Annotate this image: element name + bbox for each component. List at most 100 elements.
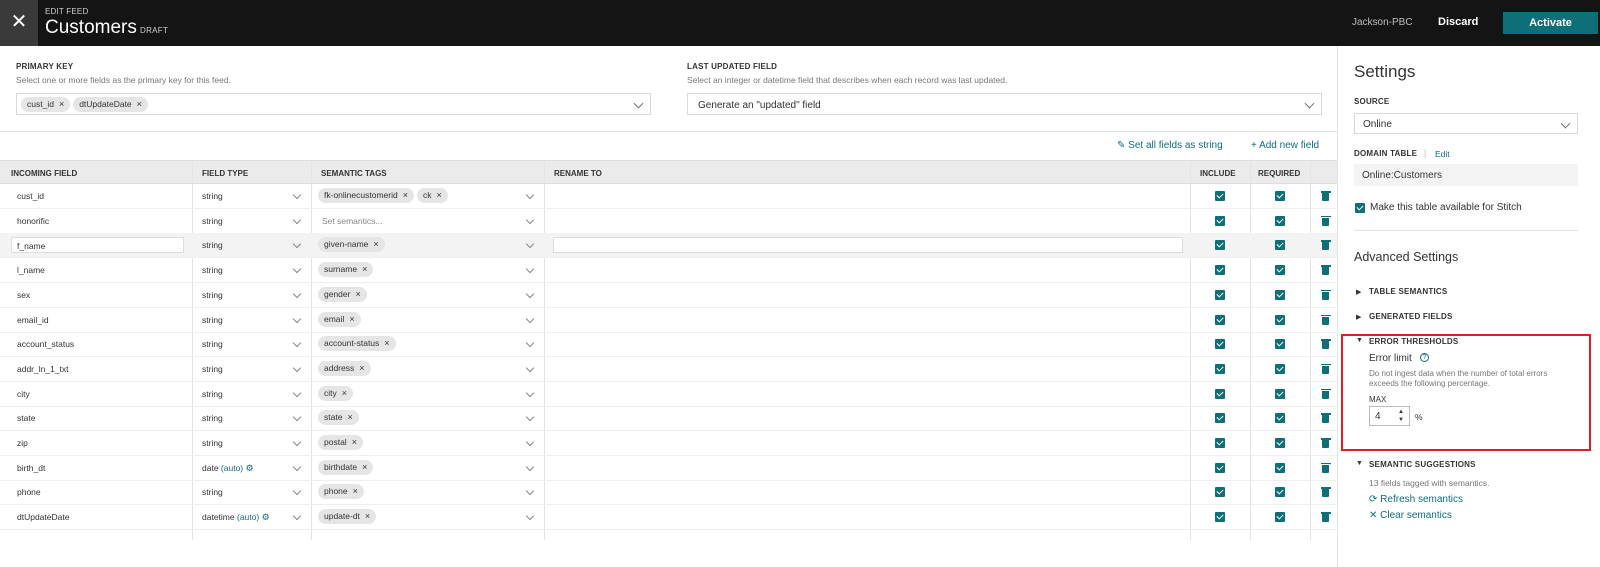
semantic-suggestions-toggle[interactable]: SEMANTIC SUGGESTIONS [1369,460,1476,469]
trash-icon[interactable] [1320,512,1331,523]
remove-tag-icon[interactable]: × [355,289,360,299]
stitch-checkbox[interactable] [1355,203,1365,213]
table-semantics-toggle[interactable]: TABLE SEMANTICS [1369,287,1447,296]
required-checkbox[interactable] [1275,512,1285,523]
include-checkbox[interactable] [1215,487,1225,498]
incoming-field-input[interactable]: f_name [11,237,184,254]
rename-to-input[interactable] [553,360,1183,378]
remove-tag-icon[interactable]: × [373,239,378,249]
last-updated-select[interactable]: Generate an "updated" field [687,93,1322,115]
remove-tag-icon[interactable]: × [436,190,441,200]
activate-button[interactable]: Activate [1503,12,1598,34]
required-checkbox[interactable] [1275,215,1285,226]
remove-tag-icon[interactable]: × [342,388,347,398]
required-checkbox[interactable] [1275,462,1285,473]
rename-to-input[interactable] [553,409,1183,427]
generated-fields-toggle[interactable]: GENERATED FIELDS [1369,312,1453,321]
trash-icon[interactable] [1320,487,1331,498]
include-checkbox[interactable] [1215,314,1225,325]
semantic-tags-select[interactable]: phone × [318,484,367,500]
required-checkbox[interactable] [1275,240,1285,251]
remove-tag-icon[interactable]: × [347,412,352,422]
domain-edit-link[interactable]: Edit [1435,149,1450,159]
field-type-select[interactable]: string [202,364,223,374]
rename-to-input[interactable] [553,261,1183,279]
remove-tag-icon[interactable]: × [59,99,64,109]
rename-to-input[interactable] [553,508,1183,526]
rename-to-input[interactable] [553,434,1183,452]
required-checkbox[interactable] [1275,339,1285,350]
discard-button[interactable]: Discard [1438,16,1478,28]
remove-tag-icon[interactable]: × [384,338,389,348]
include-checkbox[interactable] [1215,339,1225,350]
remove-tag-icon[interactable]: × [362,264,367,274]
caret-down-icon[interactable]: ▼ [1356,460,1363,467]
set-all-string-link[interactable]: ✎ Set all fields as string [1117,140,1223,151]
add-new-field-link[interactable]: + Add new field [1251,140,1319,151]
rename-to-input[interactable] [553,187,1183,205]
remove-tag-icon[interactable]: × [352,437,357,447]
field-type-select[interactable]: string [202,389,223,399]
remove-tag-icon[interactable]: × [137,99,142,109]
source-select[interactable]: Online [1354,113,1578,134]
caret-right-icon[interactable]: ▶ [1356,288,1361,296]
rename-to-input[interactable] [553,335,1183,353]
trash-icon[interactable] [1320,462,1331,473]
required-checkbox[interactable] [1275,191,1285,201]
trash-icon[interactable] [1320,438,1331,448]
required-checkbox[interactable] [1275,413,1285,424]
include-checkbox[interactable] [1215,191,1225,201]
include-checkbox[interactable] [1215,462,1225,473]
field-type-select[interactable]: string [202,315,223,325]
rename-to-input[interactable] [553,237,1183,254]
field-type-select[interactable]: string [202,191,223,201]
rename-to-input[interactable] [553,483,1183,501]
remove-tag-icon[interactable]: × [349,314,354,324]
include-checkbox[interactable] [1215,413,1225,424]
semantic-tags-select[interactable]: update-dt × [318,509,379,525]
remove-tag-icon[interactable]: × [403,190,408,200]
primary-key-select[interactable]: cust_id × dtUpdateDate × [16,93,651,115]
include-checkbox[interactable] [1215,388,1225,399]
trash-icon[interactable] [1320,289,1331,300]
semantic-tags-select[interactable]: surname × [318,262,376,278]
trash-icon[interactable] [1320,215,1331,226]
include-checkbox[interactable] [1215,240,1225,251]
field-type-select[interactable]: string [202,290,223,300]
semantic-tags-select[interactable]: state × [318,410,362,426]
trash-icon[interactable] [1320,363,1331,374]
include-checkbox[interactable] [1215,438,1225,448]
field-type-select[interactable]: string [202,438,223,448]
include-checkbox[interactable] [1215,363,1225,374]
field-type-select[interactable]: string [202,487,223,497]
semantic-tags-select[interactable]: Set semantics... [318,213,382,226]
remove-tag-icon[interactable]: × [353,486,358,496]
include-checkbox[interactable] [1215,215,1225,226]
field-type-select[interactable]: string [202,240,223,250]
rename-to-input[interactable] [553,385,1183,403]
semantic-tags-select[interactable]: fk-onlinecustomerid × ck × [318,188,451,203]
gear-icon[interactable]: ⚙ [262,512,270,522]
close-icon[interactable]: ✕ [0,0,38,46]
semantic-tags-select[interactable]: address × [318,360,374,376]
rename-to-input[interactable] [553,212,1183,230]
field-type-select[interactable]: date (auto) ⚙ [202,463,254,474]
semantic-tags-select[interactable]: email × [318,311,364,327]
semantic-tags-select[interactable]: birthdate × [318,459,376,475]
rename-to-input[interactable] [553,311,1183,329]
include-checkbox[interactable] [1215,512,1225,523]
trash-icon[interactable] [1320,191,1331,201]
semantic-tags-select[interactable]: postal × [318,435,366,450]
semantic-tags-select[interactable]: account-status × [318,336,399,352]
required-checkbox[interactable] [1275,363,1285,374]
trash-icon[interactable] [1320,413,1331,424]
remove-tag-icon[interactable]: × [359,363,364,373]
remove-tag-icon[interactable]: × [362,462,367,472]
required-checkbox[interactable] [1275,438,1285,448]
include-checkbox[interactable] [1215,289,1225,300]
trash-icon[interactable] [1320,388,1331,399]
field-type-select[interactable]: string [202,339,223,349]
required-checkbox[interactable] [1275,265,1285,276]
required-checkbox[interactable] [1275,289,1285,300]
clear-semantics-link[interactable]: ✕ Clear semantics [1369,510,1452,521]
